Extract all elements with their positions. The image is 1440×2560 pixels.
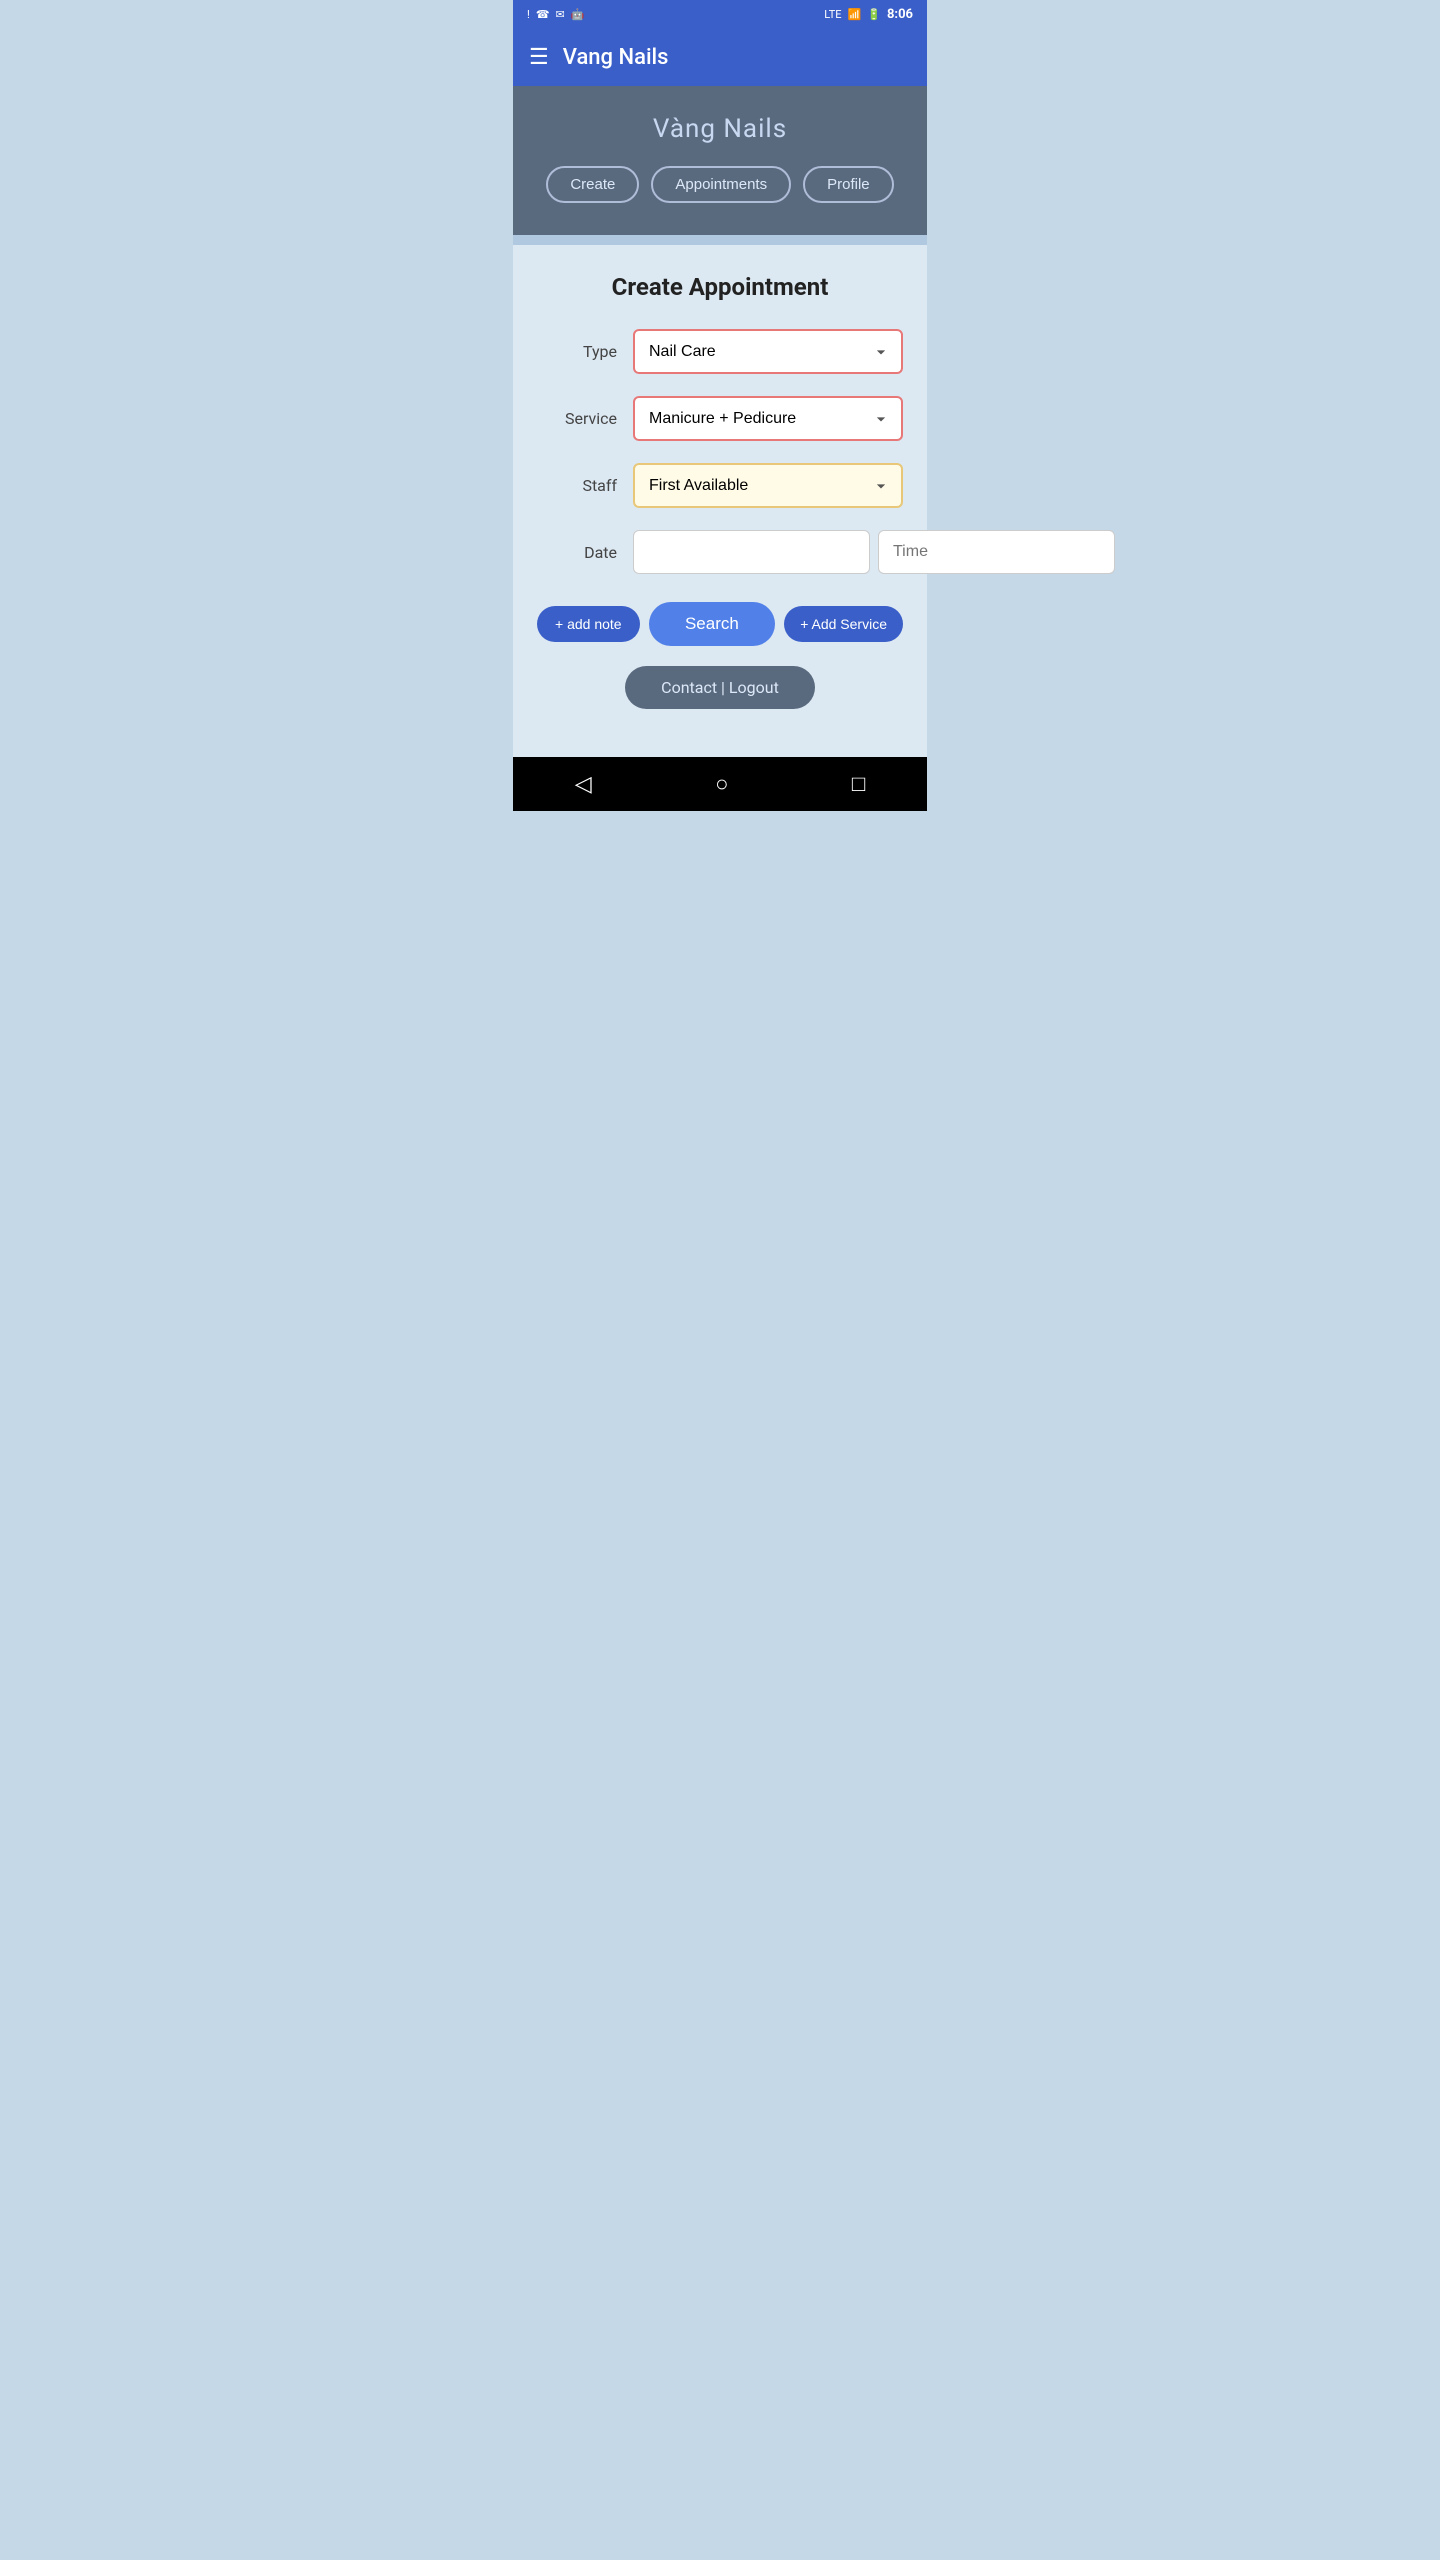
action-row: + add note Search + Add Service xyxy=(537,602,903,646)
top-nav-bar: ☰ Vang Nails xyxy=(513,28,927,86)
status-bar: ! ☎ ✉ 🤖 LTE 📶 🔋 8:06 xyxy=(513,0,927,28)
footer: Contact | Logout xyxy=(537,666,903,733)
section-divider xyxy=(513,235,927,245)
message-icon: ✉ xyxy=(556,8,565,21)
staff-label: Staff xyxy=(537,476,617,495)
android-icon: 🤖 xyxy=(571,8,585,21)
add-note-button[interactable]: + add note xyxy=(537,606,640,642)
phone-icon: ☎ xyxy=(536,8,550,21)
service-select[interactable]: Manicure + Pedicure Manicure Pedicure xyxy=(633,396,903,441)
time-input[interactable] xyxy=(878,530,1115,574)
status-bar-left: ! ☎ ✉ 🤖 xyxy=(527,8,584,21)
back-button[interactable]: ◁ xyxy=(575,772,592,797)
main-content: Create Appointment Type Nail Care Hair S… xyxy=(513,245,927,757)
date-input[interactable] xyxy=(633,530,870,574)
salon-name: Vàng Nails xyxy=(653,114,787,144)
type-select[interactable]: Nail Care Hair Spa xyxy=(633,329,903,374)
hamburger-menu-icon[interactable]: ☰ xyxy=(529,45,549,70)
staff-select[interactable]: First Available Staff 1 Staff 2 xyxy=(633,463,903,508)
footer-separator: | xyxy=(721,678,725,697)
date-label: Date xyxy=(537,543,617,562)
hero-section: Vàng Nails Create Appointments Profile xyxy=(513,86,927,235)
notification-icon: ! xyxy=(527,8,530,21)
service-label: Service xyxy=(537,409,617,428)
signal-icon: 📶 xyxy=(848,8,862,21)
appointments-button[interactable]: Appointments xyxy=(651,166,791,203)
lte-icon: LTE xyxy=(824,8,841,21)
status-bar-right: LTE 📶 🔋 8:06 xyxy=(824,7,913,22)
type-label: Type xyxy=(537,342,617,361)
create-button[interactable]: Create xyxy=(546,166,639,203)
recents-button[interactable]: □ xyxy=(852,771,865,797)
form-title: Create Appointment xyxy=(537,273,903,301)
android-nav-bar: ◁ ○ □ xyxy=(513,757,927,811)
profile-button[interactable]: Profile xyxy=(803,166,894,203)
date-time-row: Date xyxy=(537,530,903,574)
add-service-button[interactable]: + Add Service xyxy=(784,606,903,642)
clock-display: 8:06 xyxy=(887,7,913,22)
logout-link[interactable]: Logout xyxy=(729,678,779,697)
service-row: Service Manicure + Pedicure Manicure Ped… xyxy=(537,396,903,441)
staff-row: Staff First Available Staff 1 Staff 2 xyxy=(537,463,903,508)
contact-link[interactable]: Contact xyxy=(661,678,717,697)
footer-links[interactable]: Contact | Logout xyxy=(625,666,815,709)
app-title: Vang Nails xyxy=(563,45,669,70)
search-button[interactable]: Search xyxy=(649,602,775,646)
home-button[interactable]: ○ xyxy=(715,771,728,797)
hero-buttons: Create Appointments Profile xyxy=(546,166,893,203)
battery-icon: 🔋 xyxy=(867,8,881,21)
type-row: Type Nail Care Hair Spa xyxy=(537,329,903,374)
